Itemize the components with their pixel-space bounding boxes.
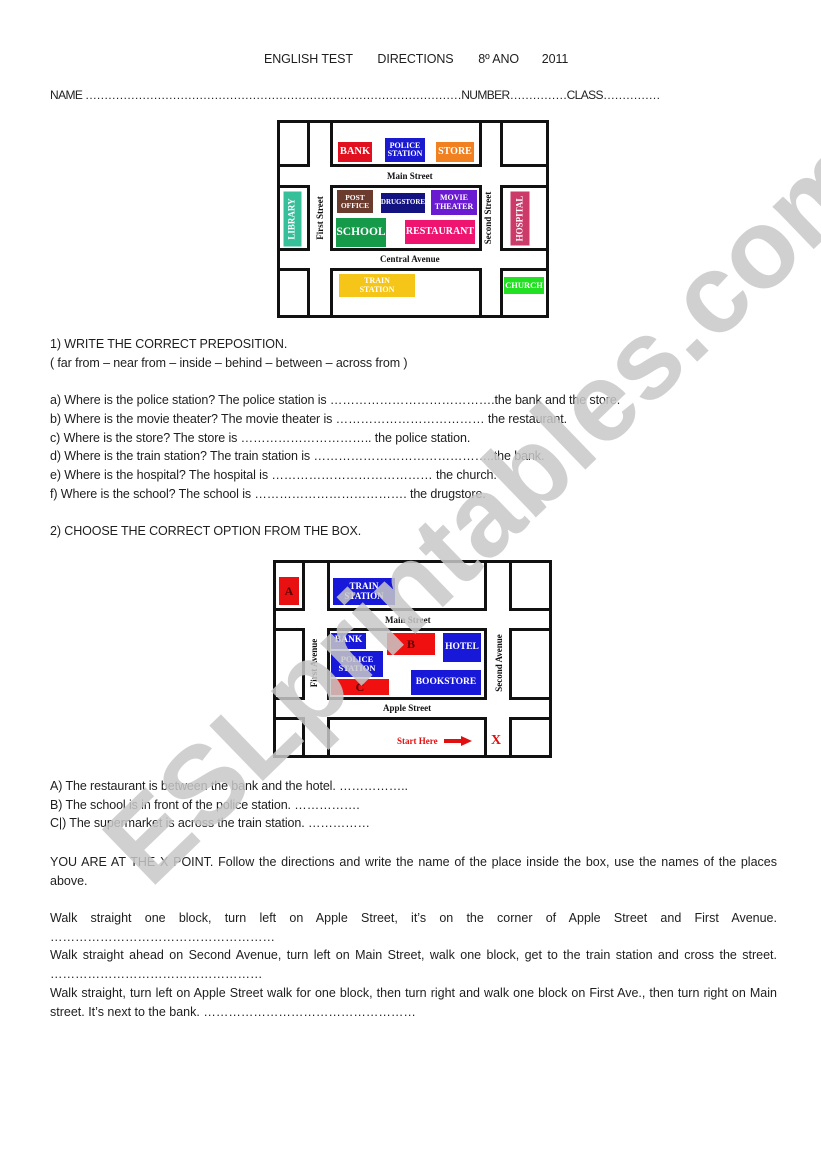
place-bank: BANK xyxy=(338,142,372,162)
name-number-class-line[interactable]: NAME ………………………………………………………………………………………NU… xyxy=(50,88,661,102)
street-label-second-street: Second Street xyxy=(483,191,493,245)
test-title: ENGLISH TEST DIRECTIONS 8º ANO 2011 xyxy=(264,52,568,66)
city-block xyxy=(509,717,552,758)
place-a: A xyxy=(279,577,299,605)
direction-item[interactable]: Walk straight ahead on Second Avenue, tu… xyxy=(50,946,777,983)
place-drugstore: DRUGSTORE xyxy=(381,193,425,213)
map-1: Main Street Central Avenue First Street … xyxy=(277,120,549,318)
place-train-station: TRAIN STATION xyxy=(333,578,395,605)
direction-item[interactable]: Walk straight one block, turn left on Ap… xyxy=(50,909,777,946)
city-block xyxy=(509,560,552,611)
place-b: B xyxy=(387,633,435,655)
street-label-first-avenue: First Avenue xyxy=(309,638,319,688)
street-label-central-avenue: Central Avenue xyxy=(380,254,440,264)
city-block xyxy=(509,628,552,700)
place-bank: BANK xyxy=(331,633,366,649)
title-part: ENGLISH TEST xyxy=(264,52,353,66)
arrow-right-icon xyxy=(443,736,472,748)
statement-item[interactable]: C|) The supermarket is across the train … xyxy=(50,816,370,830)
x-point-marker: X xyxy=(491,733,502,748)
direction-item[interactable]: Walk straight, turn left on Apple Street… xyxy=(50,984,777,1021)
statement-item[interactable]: A) The restaurant is between the bank an… xyxy=(50,779,408,793)
section-1-heading: 1) WRITE THE CORRECT PREPOSITION. xyxy=(50,337,288,351)
street-label-second-avenue: Second Avenue xyxy=(494,634,504,692)
place-train-station: TRAIN STATION xyxy=(339,274,415,297)
place-bookstore: BOOKSTORE xyxy=(411,670,481,695)
start-here-label: Start Here xyxy=(397,736,472,748)
city-block xyxy=(277,120,310,167)
preposition-options: ( far from – near from – inside – behind… xyxy=(50,356,408,370)
street-label-first-street: First Street xyxy=(315,196,325,240)
x-point-instructions: YOU ARE AT THE X POINT. Follow the direc… xyxy=(50,855,777,888)
question-item[interactable]: f) Where is the school? The school is ……… xyxy=(50,487,486,501)
place-movie-theater: MOVIE THEATER xyxy=(431,190,477,215)
place-post-office: POST OFFICE xyxy=(337,190,373,213)
statement-item[interactable]: B) The school is in front of the police … xyxy=(50,798,360,812)
street-label-main-street: Main Street xyxy=(385,615,431,625)
place-police-station: POLICE STATION xyxy=(385,138,425,162)
start-here-text: Start Here xyxy=(397,736,438,747)
section-2-heading: 2) CHOOSE THE CORRECT OPTION FROM THE BO… xyxy=(50,524,362,538)
place-police-station: POLICE STATION xyxy=(331,651,383,677)
place-restaurant: RESTAURANT xyxy=(405,220,475,244)
place-hospital: HOSPITAL xyxy=(510,191,530,246)
question-item[interactable]: a) Where is the police station? The poli… xyxy=(50,393,620,407)
city-block xyxy=(277,268,310,318)
street-label-main-street: Main Street xyxy=(387,171,433,181)
place-c: C xyxy=(331,679,389,695)
title-part: 8º ANO xyxy=(478,52,520,66)
question-item[interactable]: d) Where is the train station? The train… xyxy=(50,449,544,463)
question-item[interactable]: b) Where is the movie theater? The movie… xyxy=(50,412,567,426)
place-hotel: HOTEL xyxy=(443,633,481,662)
place-store: STORE xyxy=(436,142,474,162)
place-library: LIBRARY xyxy=(283,191,302,247)
city-block xyxy=(500,120,549,167)
street-label-apple-street: Apple Street xyxy=(383,703,432,713)
question-item[interactable]: e) Where is the hospital? The hospital i… xyxy=(50,468,497,482)
title-part: 2011 xyxy=(541,52,569,66)
question-item[interactable]: c) Where is the store? The store is …………… xyxy=(50,431,470,445)
city-block xyxy=(273,717,305,758)
map-2: Main Street Apple Street First Avenue Se… xyxy=(273,560,552,758)
place-church: CHURCH xyxy=(504,277,544,294)
city-block xyxy=(273,628,305,700)
place-school: SCHOOL xyxy=(336,218,386,247)
title-part: DIRECTIONS xyxy=(377,52,454,66)
